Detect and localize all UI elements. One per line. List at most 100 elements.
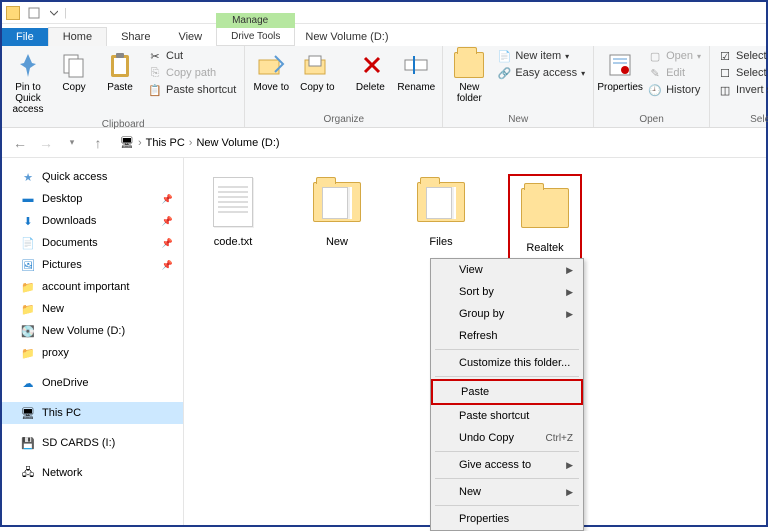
copy-to-button[interactable]: Copy to — [295, 48, 339, 95]
sidebar: ★Quick access ▬Desktop📌 ⬇Downloads📌 📄Doc… — [2, 158, 184, 525]
select-none-icon: ☐ — [718, 66, 732, 80]
chevron-right-icon[interactable]: › — [189, 137, 193, 149]
documents-icon: 📄 — [20, 235, 36, 251]
separator — [435, 505, 579, 506]
sidebar-new-volume[interactable]: 💽New Volume (D:) — [2, 320, 183, 342]
shortcut-text: Ctrl+Z — [546, 433, 574, 444]
qat-dropdown-icon[interactable] — [46, 5, 62, 21]
breadcrumb-volume[interactable]: New Volume (D:) — [196, 137, 279, 149]
cm-group-by[interactable]: Group by▶ — [431, 303, 583, 325]
select-all-icon: ☑ — [718, 49, 732, 63]
history-icon: 🕘 — [648, 83, 662, 97]
folder-files[interactable]: Files — [404, 174, 478, 248]
pin-quick-access-button[interactable]: Pin to Quick access — [6, 48, 50, 117]
cut-icon: ✂ — [148, 49, 162, 63]
move-to-icon — [256, 50, 286, 80]
cm-give-access[interactable]: Give access to▶ — [431, 454, 583, 476]
open-icon: ▢ — [648, 49, 662, 63]
breadcrumb-this-pc[interactable]: This PC — [146, 137, 185, 149]
cm-refresh[interactable]: Refresh — [431, 325, 583, 347]
network-icon: 🖧 — [20, 465, 36, 481]
easy-access-icon: 🔗 — [497, 66, 511, 80]
qat-props-icon[interactable] — [26, 5, 42, 21]
text-file-icon — [213, 177, 253, 227]
folder-icon — [417, 182, 465, 222]
rename-icon — [401, 50, 431, 80]
pin-icon: 📌 — [162, 238, 173, 249]
cm-new[interactable]: New▶ — [431, 481, 583, 503]
edit-icon: ✎ — [648, 66, 662, 80]
separator — [435, 478, 579, 479]
copy-path-button[interactable]: ⎘Copy path — [144, 65, 240, 81]
cm-customize[interactable]: Customize this folder... — [431, 352, 583, 374]
pc-icon: 🖥 — [20, 405, 36, 421]
tab-home[interactable]: Home — [48, 27, 107, 46]
sidebar-downloads[interactable]: ⬇Downloads📌 — [2, 210, 183, 232]
properties-button[interactable]: Properties — [598, 48, 642, 95]
folder-icon — [521, 188, 569, 228]
cut-button[interactable]: ✂Cut — [144, 48, 240, 64]
tab-drive-tools[interactable]: Drive Tools — [216, 28, 295, 46]
back-button[interactable]: ← — [10, 133, 30, 153]
breadcrumb[interactable]: 🖥 › This PC › New Volume (D:) — [114, 134, 758, 151]
invert-selection-button[interactable]: ◫Invert selection — [714, 82, 768, 98]
rename-button[interactable]: Rename — [394, 48, 438, 95]
address-bar: ← → ▾ ↑ 🖥 › This PC › New Volume (D:) — [2, 128, 766, 158]
open-button[interactable]: ▢Open ▾ — [644, 48, 705, 64]
sidebar-desktop[interactable]: ▬Desktop📌 — [2, 188, 183, 210]
cm-paste-shortcut[interactable]: Paste shortcut — [431, 405, 583, 427]
sidebar-quick-access[interactable]: ★Quick access — [2, 166, 183, 188]
paste-button[interactable]: Paste — [98, 48, 142, 95]
pin-icon — [13, 50, 43, 80]
invert-icon: ◫ — [718, 83, 732, 97]
sidebar-account-important[interactable]: 📁account important — [2, 276, 183, 298]
move-to-button[interactable]: Move to — [249, 48, 293, 95]
up-button[interactable]: ↑ — [88, 133, 108, 153]
sidebar-pictures[interactable]: 🖼Pictures📌 — [2, 254, 183, 276]
history-button[interactable]: 🕘History — [644, 82, 705, 98]
chevron-right-icon[interactable]: › — [138, 137, 142, 149]
cm-undo-copy[interactable]: Undo CopyCtrl+Z — [431, 427, 583, 449]
folder-new[interactable]: New — [300, 174, 374, 248]
tab-bar: File Home Share View Manage Drive Tools … — [2, 24, 766, 46]
new-item-button[interactable]: 📄New item ▾ — [493, 48, 589, 64]
sd-icon: 💾 — [20, 435, 36, 451]
tab-view[interactable]: View — [164, 28, 216, 46]
forward-button[interactable]: → — [36, 133, 56, 153]
chevron-right-icon: ▶ — [566, 309, 573, 320]
tab-file[interactable]: File — [2, 28, 48, 46]
folder-realtek[interactable]: Realtek — [508, 174, 582, 260]
sidebar-new[interactable]: 📁New — [2, 298, 183, 320]
pin-icon: 📌 — [162, 260, 173, 271]
delete-button[interactable]: Delete — [348, 48, 392, 95]
select-none-button[interactable]: ☐Select none — [714, 65, 768, 81]
sidebar-documents[interactable]: 📄Documents📌 — [2, 232, 183, 254]
path-icon: ⎘ — [148, 66, 162, 80]
recent-dropdown[interactable]: ▾ — [62, 133, 82, 153]
sidebar-sd-cards[interactable]: 💾SD CARDS (I:) — [2, 432, 183, 454]
sidebar-this-pc[interactable]: 🖥This PC — [2, 402, 183, 424]
file-code-txt[interactable]: code.txt — [196, 174, 270, 248]
new-folder-button[interactable]: New folder — [447, 48, 491, 106]
paste-shortcut-button[interactable]: 📋Paste shortcut — [144, 82, 240, 98]
select-all-button[interactable]: ☑Select all — [714, 48, 768, 64]
easy-access-button[interactable]: 🔗Easy access ▾ — [493, 65, 589, 81]
cm-paste[interactable]: Paste — [431, 379, 583, 405]
sidebar-onedrive[interactable]: ☁OneDrive — [2, 372, 183, 394]
edit-button[interactable]: ✎Edit — [644, 65, 705, 81]
cm-view[interactable]: View▶ — [431, 259, 583, 281]
sidebar-proxy[interactable]: 📁proxy — [2, 342, 183, 364]
pc-icon: 🖥 — [120, 136, 134, 149]
new-label: New — [447, 112, 589, 127]
clipboard-label: Clipboard — [6, 117, 240, 132]
copy-button[interactable]: Copy — [52, 48, 96, 95]
tab-manage: Manage — [216, 13, 295, 28]
drive-icon: 💽 — [20, 323, 36, 339]
cm-sort-by[interactable]: Sort by▶ — [431, 281, 583, 303]
sidebar-network[interactable]: 🖧Network — [2, 462, 183, 484]
chevron-right-icon: ▶ — [566, 487, 573, 498]
tab-share[interactable]: Share — [107, 28, 164, 46]
chevron-right-icon: ▶ — [566, 265, 573, 276]
chevron-right-icon: ▶ — [566, 287, 573, 298]
folder-icon: 📁 — [20, 301, 36, 317]
